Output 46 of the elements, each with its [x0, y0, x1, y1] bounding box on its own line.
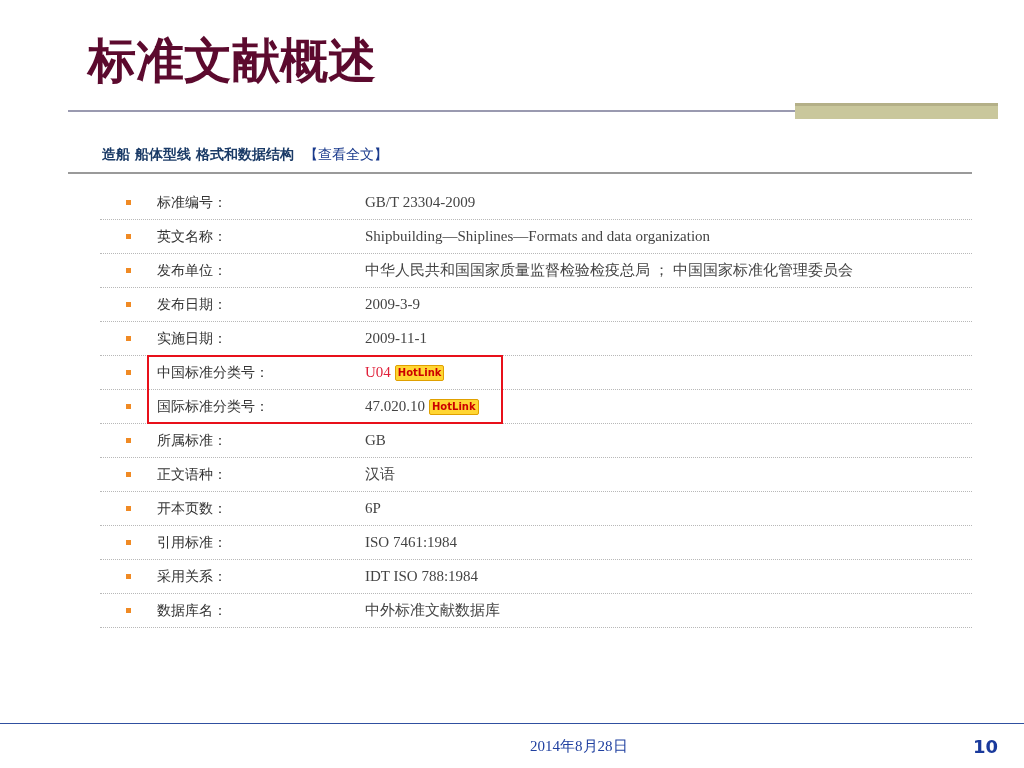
field-label: 采用关系：: [157, 567, 228, 586]
bullet-icon: [126, 472, 131, 477]
field-label: 中国标准分类号：: [157, 363, 270, 382]
field-value: 2009-3-9: [365, 296, 420, 313]
page-heading: 造船 船体型线 格式和数据结构: [102, 146, 294, 164]
view-full-text-link[interactable]: 【查看全文】: [303, 146, 388, 164]
field-label: 发布单位：: [157, 261, 228, 280]
field-label: 国际标准分类号：: [157, 397, 270, 416]
field-label: 标准编号：: [157, 193, 228, 212]
field-value: 47.020.10: [365, 398, 425, 415]
field-value: 汉语: [365, 465, 395, 484]
field-value: Shipbuilding—Shiplines—Formats and data organization: [365, 228, 711, 245]
hotlink-badge[interactable]: HotLink: [429, 398, 479, 415]
field-value: GB: [365, 432, 386, 449]
bullet-icon: [126, 268, 131, 273]
field-label: 开本页数：: [157, 499, 228, 518]
slide-date: 2014年8月28日: [530, 736, 628, 756]
field-label: 引用标准：: [157, 533, 228, 552]
field-value: 中华人民共和国国家质量监督检验检疫总局 ； 中国国家标准化管理委员会: [365, 261, 853, 280]
field-label: 正文语种：: [157, 465, 228, 484]
bullet-icon: [126, 540, 131, 545]
field-value: 2009-11-1: [365, 330, 427, 347]
field-label: 实施日期：: [157, 329, 228, 348]
bullet-icon: [126, 506, 131, 511]
slide-title: 标准文献概述: [88, 31, 377, 90]
field-label: 所属标准：: [157, 431, 228, 450]
bullet-icon: [126, 302, 131, 307]
field-value: 中外标准文献数据库: [365, 601, 500, 620]
field-value: IDT ISO 788:1984: [365, 568, 479, 585]
field-value: GB/T 23304-2009: [365, 194, 476, 211]
bullet-icon: [126, 336, 131, 341]
field-label: 发布日期：: [157, 295, 228, 314]
bullet-icon: [126, 404, 131, 409]
bullet-icon: [126, 574, 131, 579]
page-number: 10: [972, 735, 998, 757]
bullet-icon: [126, 370, 131, 375]
field-value[interactable]: U04: [365, 364, 391, 381]
field-label: 数据库名：: [157, 601, 228, 620]
hotlink-badge[interactable]: HotLink: [394, 364, 445, 381]
bullet-icon: [126, 608, 131, 613]
bullet-icon: [126, 234, 131, 239]
field-value: ISO 7461:1984: [365, 534, 458, 551]
bullet-icon: [126, 200, 131, 205]
field-label: 英文名称：: [157, 227, 228, 246]
bullet-icon: [126, 438, 131, 443]
field-value: 6P: [365, 500, 381, 517]
